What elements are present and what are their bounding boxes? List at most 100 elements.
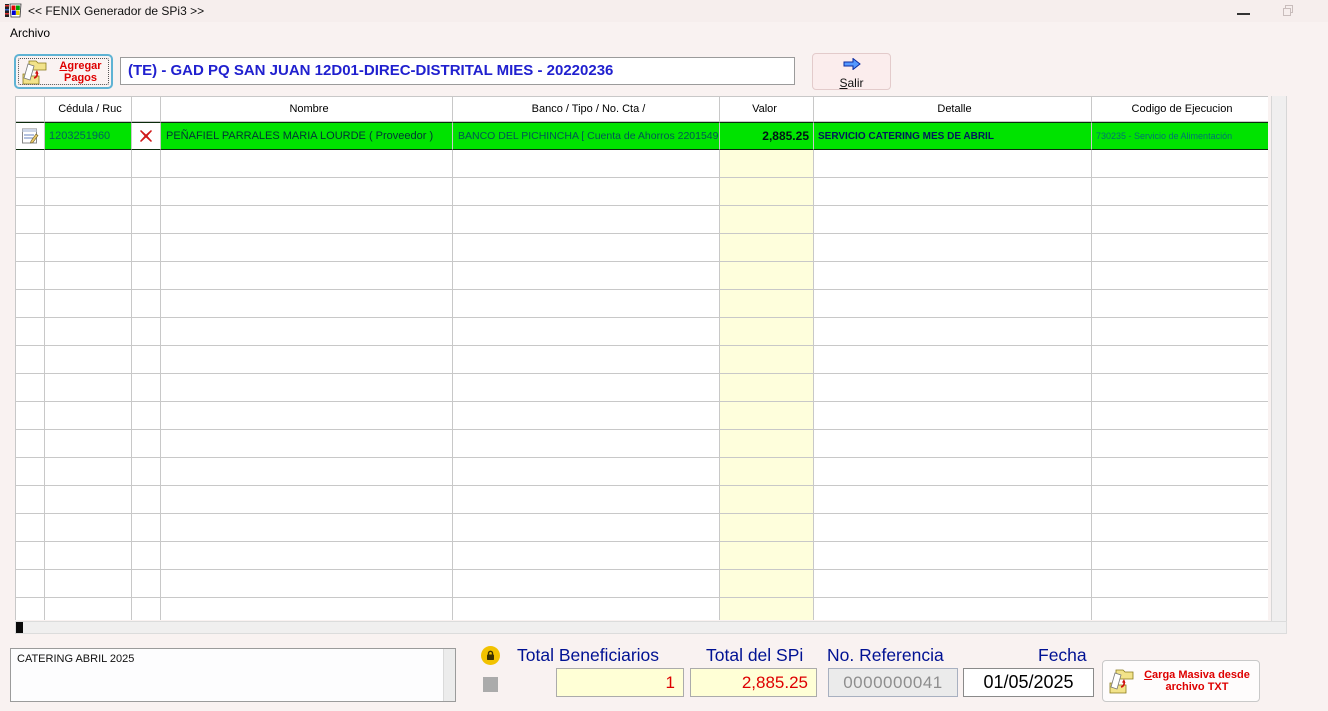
empty-cell-codigo (1092, 178, 1268, 206)
delete-row-icon[interactable] (132, 122, 161, 150)
description-input[interactable]: CATERING ABRIL 2025 (10, 648, 456, 702)
empty-cell-banco (453, 178, 720, 206)
empty-cell-cedula (45, 430, 132, 458)
empty-cell-codigo (1092, 598, 1268, 620)
empty-cell-nombre (161, 150, 453, 178)
empty-cell-detalle (814, 178, 1092, 206)
total-spi-label: Total del SPi (706, 645, 803, 666)
empty-cell-cedula (45, 486, 132, 514)
empty-cell-codigo (1092, 542, 1268, 570)
empty-cell-valor (720, 402, 814, 430)
minimize-button[interactable] (1237, 13, 1250, 15)
menu-bar: Archivo (0, 22, 1328, 42)
empty-cell-codigo (1092, 458, 1268, 486)
empty-cell-del (132, 234, 161, 262)
empty-cell-banco (453, 150, 720, 178)
empty-cell-nombre (161, 486, 453, 514)
empty-cell-del (132, 206, 161, 234)
total-spi-value: 2,885.25 (690, 668, 817, 697)
empty-cell-icon (16, 430, 45, 458)
col-header-detalle: Detalle (814, 97, 1092, 122)
empty-cell-cedula (45, 346, 132, 374)
cell-codigo[interactable]: 730235 - Servicio de Alimentación (1092, 122, 1268, 150)
cell-cedula[interactable]: 1203251960 (45, 122, 132, 150)
cell-banco[interactable]: BANCO DEL PICHINCHA [ Cuenta de Ahorros … (453, 122, 720, 150)
grid-header-row: Cédula / Ruc Nombre Banco / Tipo / No. C… (16, 97, 1268, 122)
empty-cell-banco (453, 346, 720, 374)
empty-cell-cedula (45, 178, 132, 206)
empty-cell-valor (720, 234, 814, 262)
empty-cell-nombre (161, 318, 453, 346)
empty-row (16, 206, 1268, 234)
empty-cell-valor (720, 178, 814, 206)
hscroll-thumb[interactable] (16, 622, 23, 633)
cell-nombre[interactable]: PEÑAFIEL PARRALES MARIA LOURDE ( Proveed… (161, 122, 453, 150)
menu-archivo[interactable]: Archivo (10, 26, 50, 40)
empty-cell-cedula (45, 318, 132, 346)
no-referencia-value: 0000000041 (828, 668, 958, 697)
empty-cell-nombre (161, 458, 453, 486)
empty-cell-nombre (161, 206, 453, 234)
empty-cell-valor (720, 430, 814, 458)
empty-cell-cedula (45, 514, 132, 542)
empty-cell-del (132, 290, 161, 318)
fecha-label: Fecha (1038, 645, 1087, 666)
empty-cell-banco (453, 290, 720, 318)
empty-cell-nombre (161, 542, 453, 570)
empty-cell-del (132, 402, 161, 430)
empty-row (16, 234, 1268, 262)
empty-cell-banco (453, 486, 720, 514)
empty-cell-codigo (1092, 486, 1268, 514)
grid-horizontal-scrollbar[interactable] (15, 621, 1287, 634)
empty-cell-banco (453, 206, 720, 234)
empty-cell-nombre (161, 570, 453, 598)
empty-cell-del (132, 570, 161, 598)
col-header-icon (16, 97, 45, 122)
empty-row (16, 150, 1268, 178)
empty-cell-cedula (45, 374, 132, 402)
empty-cell-nombre (161, 514, 453, 542)
grid-vertical-scrollbar[interactable] (1271, 96, 1287, 621)
restore-button[interactable] (1283, 5, 1294, 16)
empty-cell-codigo (1092, 346, 1268, 374)
empty-cell-valor (720, 514, 814, 542)
agregar-pagos-button[interactable]: Agregar Pagos (14, 54, 113, 89)
carga-masiva-label: Carga Masiva desde archivo TXT (1137, 669, 1259, 693)
empty-cell-codigo (1092, 318, 1268, 346)
empty-row (16, 178, 1268, 206)
empty-row (16, 570, 1268, 598)
empty-cell-detalle (814, 542, 1092, 570)
empty-cell-icon (16, 458, 45, 486)
col-header-valor: Valor (720, 97, 814, 122)
empty-row (16, 430, 1268, 458)
salir-label: Salir (813, 76, 890, 90)
carga-masiva-button[interactable]: Carga Masiva desde archivo TXT (1102, 660, 1260, 702)
cell-valor[interactable]: 2,885.25 (720, 122, 814, 150)
empty-cell-detalle (814, 262, 1092, 290)
empty-row (16, 402, 1268, 430)
cell-detalle[interactable]: SERVICIO CATERING MES DE ABRIL (814, 122, 1092, 150)
payment-row[interactable]: 1203251960 PEÑAFIEL PARRALES MARIA LOURDE… (16, 122, 1268, 150)
salir-button[interactable]: Salir (812, 53, 891, 90)
description-scrollbar[interactable] (443, 649, 455, 701)
col-header-codigo: Codigo de Ejecucion (1092, 97, 1268, 122)
empty-cell-cedula (45, 290, 132, 318)
empty-cell-del (132, 486, 161, 514)
lock-icon[interactable] (481, 646, 500, 665)
fenix-spi3-window: << FENIX Generador de SPi3 >> Archivo Ag… (0, 0, 1328, 711)
fecha-input[interactable]: 01/05/2025 (963, 668, 1094, 697)
empty-cell-nombre (161, 262, 453, 290)
empty-cell-cedula (45, 542, 132, 570)
empty-cell-nombre (161, 402, 453, 430)
empty-cell-detalle (814, 514, 1092, 542)
empty-cell-detalle (814, 598, 1092, 620)
spi-title-field[interactable]: (TE) - GAD PQ SAN JUAN 12D01-DIREC-DISTR… (120, 57, 795, 85)
empty-cell-codigo (1092, 514, 1268, 542)
empty-cell-codigo (1092, 402, 1268, 430)
empty-row (16, 374, 1268, 402)
empty-cell-cedula (45, 458, 132, 486)
empty-cell-del (132, 262, 161, 290)
title-bar: << FENIX Generador de SPi3 >> (0, 0, 1328, 22)
edit-row-icon[interactable] (16, 122, 45, 150)
empty-cell-cedula (45, 206, 132, 234)
